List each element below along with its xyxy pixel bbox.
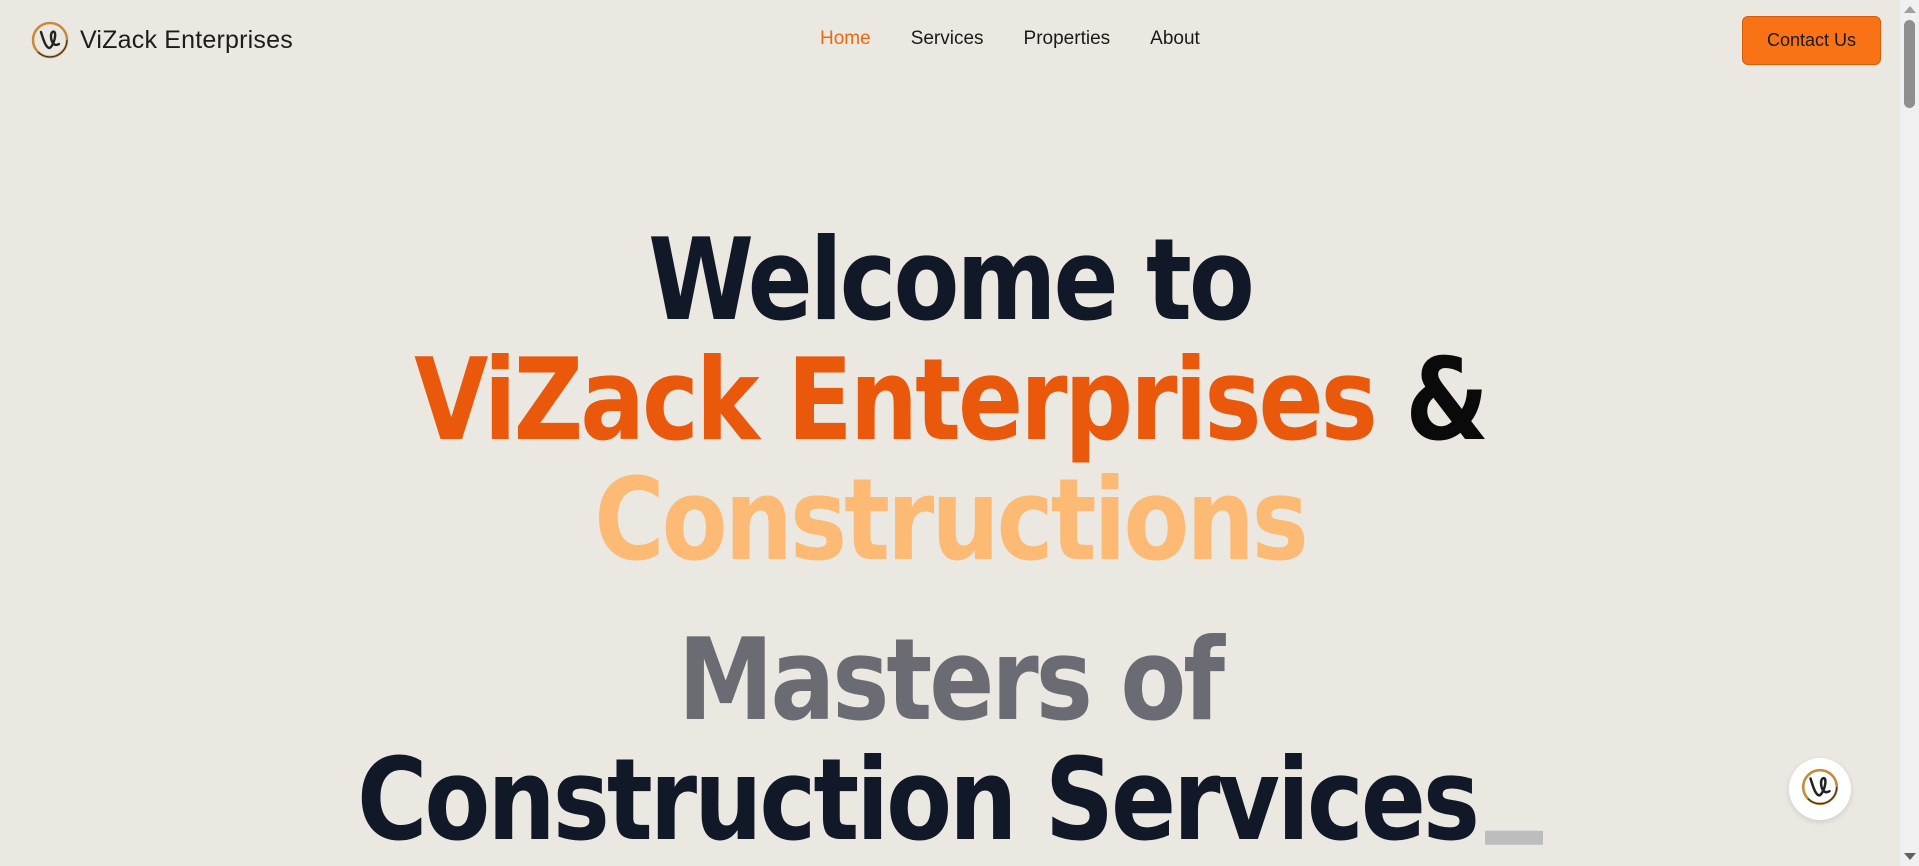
page-scrollbar[interactable] bbox=[1900, 0, 1919, 866]
hero-subheading-line-2: Construction Services bbox=[0, 743, 1900, 857]
vizack-logo-icon bbox=[1799, 766, 1841, 813]
scrollbar-thumb[interactable] bbox=[1904, 20, 1915, 108]
scroll-down-arrow-icon[interactable] bbox=[1904, 853, 1916, 860]
hero-subheading-line-1: Masters of bbox=[677, 613, 1225, 747]
hero-brand-name: ViZack Enterprises bbox=[414, 333, 1378, 467]
main-nav: Home Services Properties About bbox=[820, 28, 1200, 50]
page: ViZack Enterprises Home Services Propert… bbox=[0, 0, 1919, 866]
contact-us-button[interactable]: Contact Us bbox=[1742, 16, 1881, 65]
nav-properties[interactable]: Properties bbox=[1024, 28, 1111, 50]
nav-services[interactable]: Services bbox=[911, 28, 984, 50]
hero-heading-line-2: ViZack Enterprises & bbox=[0, 343, 1900, 456]
floating-logo-button[interactable] bbox=[1789, 758, 1851, 820]
vizack-logo-icon bbox=[30, 20, 70, 60]
nav-home[interactable]: Home bbox=[820, 28, 871, 50]
hero-heading-line-1: Welcome to bbox=[648, 213, 1255, 347]
typing-cursor bbox=[1485, 830, 1544, 845]
brand-name: ViZack Enterprises bbox=[80, 25, 293, 54]
site-header: ViZack Enterprises Home Services Propert… bbox=[0, 0, 1900, 80]
nav-about[interactable]: About bbox=[1150, 28, 1200, 50]
hero-heading-line-3: Constructions bbox=[594, 453, 1309, 587]
hero-typed-text: Construction Services bbox=[356, 733, 1480, 866]
hero-ampersand: & bbox=[1405, 333, 1489, 467]
brand[interactable]: ViZack Enterprises bbox=[30, 20, 293, 60]
scroll-up-arrow-icon[interactable] bbox=[1904, 6, 1916, 13]
